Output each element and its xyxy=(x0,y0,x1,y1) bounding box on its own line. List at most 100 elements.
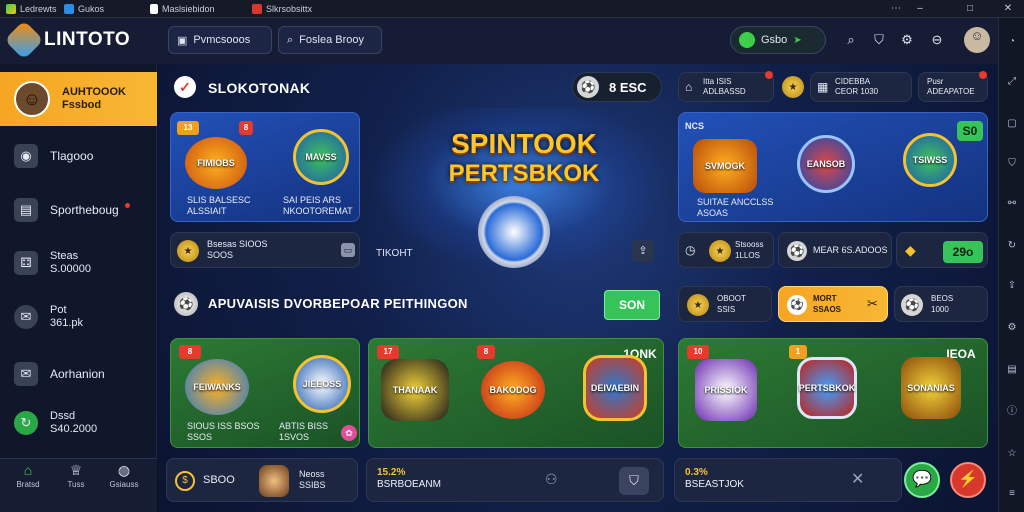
settings-icon[interactable]: ⚙ xyxy=(1006,322,1018,334)
section-title: SLOKOTONAK xyxy=(208,80,311,96)
brand-logo[interactable]: LINTOTO xyxy=(4,20,130,60)
sidebar-item-account[interactable]: ☺ AUHTOOOK Fssbod xyxy=(0,72,157,126)
card-badge-text: NCS xyxy=(685,121,705,131)
minimize-icon[interactable]: – xyxy=(912,1,928,17)
info-chip[interactable]: ⌂ Itta ISIS ADLBASSD xyxy=(678,71,774,102)
minus-circle-icon[interactable]: ⊖ xyxy=(928,31,946,49)
tab-1[interactable]: Gukos xyxy=(64,2,104,16)
more-icon[interactable]: ⋯ xyxy=(888,1,904,17)
search-icon[interactable]: ⌕ xyxy=(842,31,860,49)
game-emblem: THANAAK xyxy=(381,359,449,421)
bottom-panel[interactable]: 15.2% BSRBOEANM ⚇ ⛉ xyxy=(366,458,664,502)
home-icon: ⌂ xyxy=(23,462,33,478)
menu-button[interactable]: ▣ Pvmcsooos xyxy=(168,26,272,54)
chat-icon[interactable]: ▤ xyxy=(1006,364,1018,376)
coin-icon: $ xyxy=(175,471,195,491)
account-line1: AUHTOOOK xyxy=(62,86,126,98)
nav-home[interactable]: ⌂ Bratsd xyxy=(8,462,48,489)
chat-icon[interactable]: 💬 xyxy=(904,462,940,498)
shield-icon[interactable]: ⛉ xyxy=(1006,158,1018,170)
wallet-button[interactable]: Gsbo ➤ xyxy=(730,26,826,54)
sidebar-item-sportsbook[interactable]: ▤ Sportheboug xyxy=(0,198,157,222)
hero-caption: TIKOHT xyxy=(376,248,413,259)
info-chip[interactable]: ▦ CIDEBBA CEOR 1030 xyxy=(810,72,912,102)
info-chip[interactable]: Pusr ADEAPATOE xyxy=(918,71,988,102)
bottom-text: 0.3% BSEASTJOK xyxy=(685,467,744,490)
link-icon[interactable]: ⚯ xyxy=(1006,198,1018,210)
info-chip[interactable]: ★ OBOOT SSIS xyxy=(678,286,772,322)
balance-pill[interactable]: ⚽ 8 ESC xyxy=(572,72,662,102)
sidebar-item-pot[interactable]: ✉ Pot 361.pk xyxy=(0,304,157,330)
nav-trophy[interactable]: ♕ Tuss xyxy=(56,462,96,489)
tab-3[interactable]: Slkrsobsittx xyxy=(252,2,312,16)
menu-icon[interactable]: ≡ xyxy=(1006,488,1018,500)
card-chip[interactable]: 29o xyxy=(943,241,983,263)
game-card[interactable]: NCS S0 SVMOGK EANSOB TSIWSS SUITAE ANCCL… xyxy=(678,112,988,222)
share-icon[interactable]: ⇪ xyxy=(632,240,654,262)
tab-2[interactable]: Maslsiebidon xyxy=(150,2,215,16)
star-icon[interactable]: ☆ xyxy=(1006,448,1018,460)
tools-icon: ✂ xyxy=(867,296,878,311)
hero-banner[interactable]: SPINTOOK PERTSBKOK TIKOHT ⇪ xyxy=(370,108,670,272)
game-emblem: PERTSBKOK xyxy=(797,357,857,419)
info-chip[interactable]: ◆ 29o xyxy=(896,232,988,268)
ball-icon: ⚽ xyxy=(577,76,599,98)
card-chip[interactable]: S0 xyxy=(957,121,983,141)
copy-icon[interactable]: ▢ xyxy=(1006,118,1018,130)
bottom-panel[interactable]: 0.3% BSEASTJOK ✕ xyxy=(674,458,902,502)
info-chip-highlight[interactable]: ⚽ MORT SSAOS ✂ xyxy=(778,286,888,322)
info-chip[interactable]: ◷ ★ Stsooss 1LLOS xyxy=(678,232,774,268)
main-content: ✓ SLOKOTONAK 13 8 FIMIOBS MAVSS SLIS BAL… xyxy=(158,64,998,512)
info-chip[interactable]: ⚽ MEAR 6S.ADOOS xyxy=(778,232,892,268)
heart-icon[interactable]: ✿ xyxy=(341,425,357,441)
tab-0[interactable]: Ledrewts xyxy=(6,2,57,16)
menu-button-label: Pvmcsooos xyxy=(193,34,251,46)
close-icon[interactable]: ✕ xyxy=(851,469,864,489)
refresh-icon[interactable]: ↻ xyxy=(1006,240,1018,252)
game-card[interactable]: 13 8 FIMIOBS MAVSS SLIS BALSESC ALSSIAIT … xyxy=(170,112,360,222)
wallet-label: Gsbo xyxy=(761,34,788,46)
shield-icon[interactable]: ⛉ xyxy=(870,31,888,49)
share-icon[interactable]: ⇪ xyxy=(1006,280,1018,292)
game-card[interactable]: 17 8 1ONK THANAAK BAKODOG DEIVAEBIN xyxy=(368,338,664,448)
account-line2: Fssbod xyxy=(62,99,102,111)
bag-icon: ◍ xyxy=(117,462,131,478)
coin-icon: ★ xyxy=(687,294,709,316)
nav-bag[interactable]: ◍ Gsiauss xyxy=(104,462,144,489)
coin-icon: ★ xyxy=(177,240,199,262)
flash-icon[interactable]: ⚡ xyxy=(950,462,986,498)
balance-bar[interactable]: ★ Bsesas SIOOS SOOS ▭ xyxy=(170,232,360,268)
sidebar-item-line1: Steas xyxy=(50,250,79,262)
expand-icon[interactable]: ⤢ xyxy=(1006,76,1018,88)
tab-label: Maslsiebidon xyxy=(162,4,215,14)
info-icon[interactable]: ⓘ xyxy=(1006,406,1018,418)
game-emblem: TSIWSS xyxy=(903,133,957,187)
avatar[interactable]: ☺ xyxy=(964,27,990,53)
sidebar-item-line2: 361.pk xyxy=(50,317,84,329)
close-icon[interactable]: ✕ xyxy=(1000,1,1016,17)
sidebar-item-deposit[interactable]: ↻ Dssd S40.2000 xyxy=(0,410,157,436)
sidebar-item-games[interactable]: ◉ Tlagooo xyxy=(0,144,157,168)
info-text: BEOS 1000 xyxy=(931,294,954,314)
link-icon[interactable]: ⚇ xyxy=(545,471,558,488)
info-chip[interactable]: ⚽ BEOS 1000 xyxy=(894,286,988,322)
search-button[interactable]: ⌕ Foslea Brooy xyxy=(278,26,382,54)
logo-icon xyxy=(4,20,44,60)
wallet-icon[interactable]: ▭ xyxy=(341,243,355,257)
sidebar-item-stats[interactable]: ⚃ Steas S.00000 xyxy=(0,250,157,276)
sidebar-item-notifications[interactable]: ✉ Aorhanion xyxy=(0,362,157,386)
bottom-panel[interactable]: $ SBOO Neoss SSIBS xyxy=(166,458,358,502)
maximize-icon[interactable]: □ xyxy=(962,1,978,17)
section-chip[interactable]: SON xyxy=(604,290,660,320)
arrow-icon: ➤ xyxy=(793,34,802,46)
bell-icon[interactable]: ◔ xyxy=(1006,36,1018,48)
shield-icon[interactable]: ⛉ xyxy=(619,467,649,495)
game-emblem: SONANIAS xyxy=(901,357,961,419)
game-card[interactable]: 10 1 IEOA PRISSIOK PERTSBKOK SONANIAS xyxy=(678,338,988,448)
tab-label: Slkrsobsittx xyxy=(266,4,313,14)
game-emblem: JIEEOSS xyxy=(293,355,351,413)
app-header: LINTOTO ▣ Pvmcsooos ⌕ Foslea Brooy Gsbo … xyxy=(0,18,1000,64)
gear-icon[interactable]: ⚙ xyxy=(898,31,916,49)
game-card[interactable]: 8 FEIWANKS JIEEOSS SIOUS ISS BSOS SSOS AB… xyxy=(170,338,360,448)
info-text: Itta ISIS ADLBASSD xyxy=(703,77,746,96)
